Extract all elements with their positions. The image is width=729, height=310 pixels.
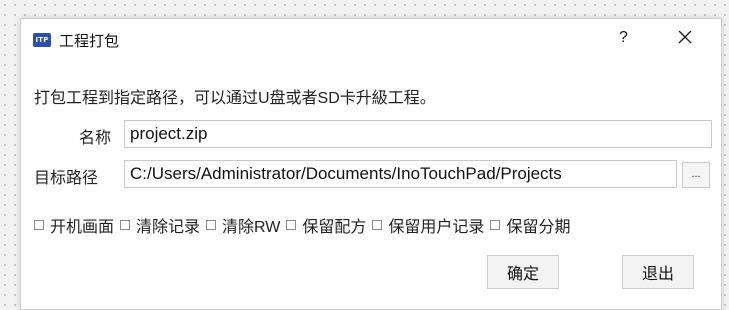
option-keep-user-records[interactable]: 保留用户记录 bbox=[372, 213, 484, 237]
ok-button[interactable]: 确定 bbox=[487, 255, 559, 289]
options-row: 开机画面 清除记录 清除RW 保留配方 保留用户记录 保留分期 bbox=[34, 213, 576, 237]
option-label: 保留用户记录 bbox=[388, 219, 485, 236]
option-label: 保留分期 bbox=[506, 219, 571, 236]
description-text: 打包工程到指定路径，可以通过U盘或者SD卡升級工程。 bbox=[34, 90, 436, 107]
package-project-dialog: ITP 工程打包 ? 打包工程到指定路径，可以通过U盘或者SD卡升級工程。 名称… bbox=[20, 18, 722, 310]
browse-button[interactable]: ... bbox=[682, 162, 710, 188]
checkbox[interactable] bbox=[490, 220, 501, 230]
option-keep-installments[interactable]: 保留分期 bbox=[490, 213, 570, 237]
checkbox[interactable] bbox=[34, 220, 44, 230]
option-label: 清除RW bbox=[222, 219, 281, 236]
option-label: 清除记录 bbox=[136, 219, 201, 236]
close-icon bbox=[678, 30, 692, 44]
option-clear-records[interactable]: 清除记录 bbox=[120, 213, 200, 237]
name-label: 名称 bbox=[79, 130, 112, 147]
title-bar[interactable]: ITP 工程打包 ? bbox=[21, 19, 721, 61]
app-icon: ITP bbox=[33, 33, 51, 47]
option-keep-recipes[interactable]: 保留配方 bbox=[286, 213, 366, 237]
dialog-title: 工程打包 bbox=[59, 33, 120, 50]
close-button[interactable] bbox=[673, 25, 697, 49]
option-boot-screen[interactable]: 开机画面 bbox=[34, 213, 114, 237]
name-input[interactable] bbox=[124, 120, 712, 148]
checkbox[interactable] bbox=[372, 220, 383, 230]
target-path-input[interactable] bbox=[124, 160, 677, 188]
option-clear-rw[interactable]: 清除RW bbox=[206, 213, 280, 237]
exit-button[interactable]: 退出 bbox=[622, 255, 694, 289]
option-label: 保留配方 bbox=[302, 219, 367, 236]
help-button[interactable]: ? bbox=[619, 29, 628, 47]
checkbox[interactable] bbox=[120, 220, 131, 230]
checkbox[interactable] bbox=[206, 220, 217, 230]
checkbox[interactable] bbox=[286, 220, 297, 230]
option-label: 开机画面 bbox=[50, 219, 115, 236]
target-path-label: 目标路径 bbox=[34, 170, 99, 187]
